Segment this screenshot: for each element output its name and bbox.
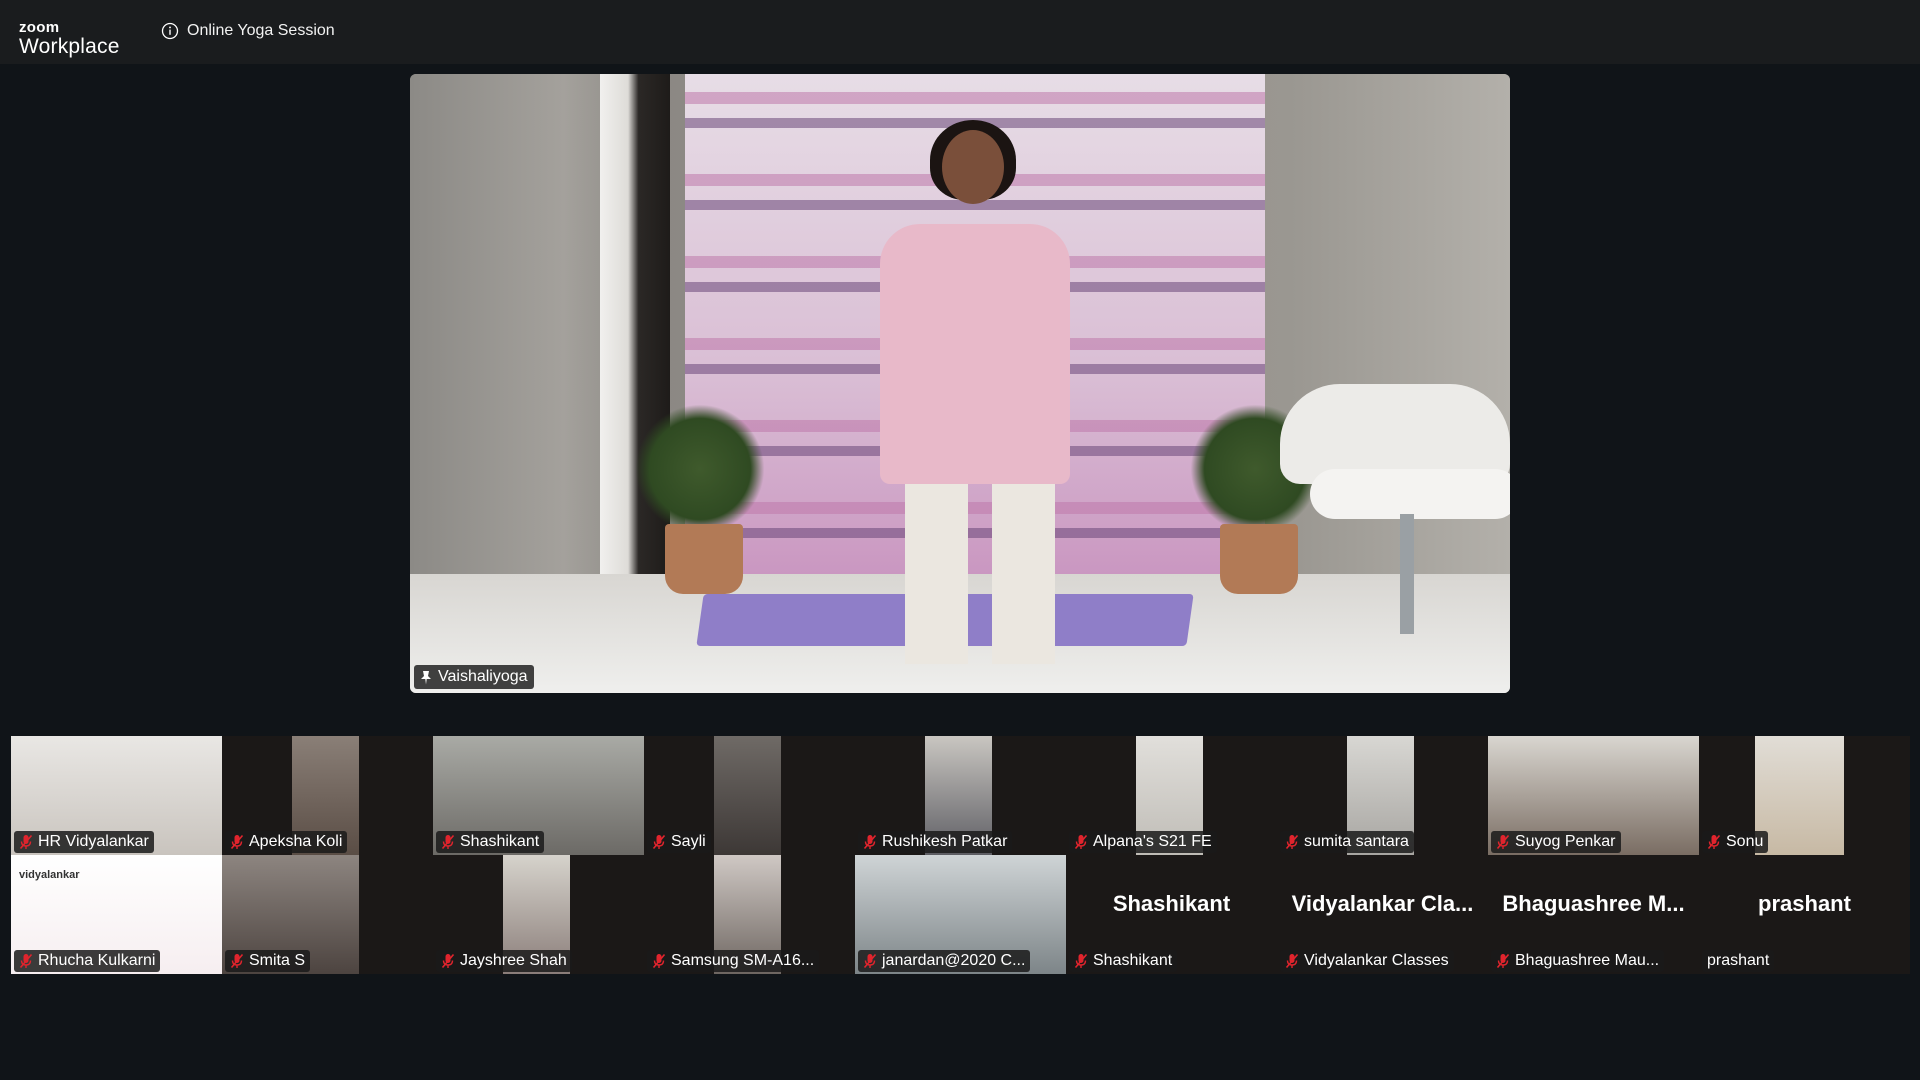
participant-tile[interactable]: Alpana's S21 FE [1066, 736, 1277, 855]
participant-name: Rhucha Kulkarni [38, 952, 156, 969]
pin-icon [421, 670, 431, 684]
participant-name: Bhaguashree Mau... [1515, 952, 1660, 969]
participant-name-tag: HR Vidyalankar [14, 831, 154, 853]
participant-name-tag: Smita S [225, 950, 311, 972]
mic-muted-icon [1285, 834, 1299, 850]
participant-tile[interactable]: Bhaguashree M... Bhaguashree Mau... [1488, 855, 1699, 974]
participant-tile[interactable]: Sonu [1699, 736, 1910, 855]
meeting-title: Online Yoga Session [187, 22, 335, 39]
participant-tile[interactable]: prashant prashant [1699, 855, 1910, 974]
mic-muted-icon [863, 834, 877, 850]
logo-workplace-text: Workplace [19, 35, 120, 58]
participant-name: Alpana's S21 FE [1093, 833, 1212, 850]
mic-muted-icon [441, 953, 455, 969]
mic-muted-icon [19, 834, 33, 850]
plant-left [635, 404, 765, 534]
participant-name: Shashikant [460, 833, 540, 850]
mic-muted-icon [230, 953, 244, 969]
participant-tile[interactable]: Shashikant [433, 736, 644, 855]
participant-name: Samsung SM-A16... [671, 952, 815, 969]
participant-tile[interactable]: Apeksha Koli [222, 736, 433, 855]
participant-name-tag: Rhucha Kulkarni [14, 950, 161, 972]
participant-name: prashant [1707, 952, 1770, 969]
participant-name: Vidyalankar Classes [1304, 952, 1449, 969]
zoom-workplace-logo: zoom Workplace [19, 20, 120, 57]
instructor-legs [905, 464, 1055, 664]
mic-muted-icon [1074, 953, 1088, 969]
info-circle-icon [161, 22, 179, 40]
top-bar: zoom Workplace Online Yoga Session [0, 0, 1920, 64]
main-speaker-name-tag: Vaishaliyoga [414, 665, 534, 689]
pot-left [665, 524, 743, 594]
instructor-head [942, 130, 1004, 204]
participant-name: Shashikant [1093, 952, 1173, 969]
mic-muted-icon [1707, 834, 1721, 850]
participant-name-tag: Sonu [1702, 831, 1769, 853]
main-speaker-video[interactable]: Vaishaliyoga [410, 74, 1510, 693]
participant-name-tag: Jayshree Shah [436, 950, 572, 972]
pot-right [1220, 524, 1298, 594]
participant-name: Sonu [1726, 833, 1764, 850]
participant-tile[interactable]: Shashikant Shashikant [1066, 855, 1277, 974]
mic-muted-icon [863, 953, 877, 969]
participant-name: Suyog Penkar [1515, 833, 1616, 850]
participant-name-tag: janardan@2020 C... [858, 950, 1031, 972]
participant-name-tag: Apeksha Koli [225, 831, 348, 853]
participant-name: Apeksha Koli [249, 833, 343, 850]
participant-tile[interactable]: Suyog Penkar [1488, 736, 1699, 855]
participant-display-name: Shashikant [1112, 891, 1231, 916]
participant-name-tag: Sayli [647, 831, 711, 853]
participant-name-tag: Alpana's S21 FE [1069, 831, 1217, 853]
participant-tile[interactable]: vidyalankar Rhucha Kulkarni [11, 855, 222, 974]
participant-display-name: prashant [1758, 891, 1851, 916]
participant-name: Jayshree Shah [460, 952, 567, 969]
participant-name-tag: Samsung SM-A16... [647, 950, 820, 972]
instructor-torso [880, 224, 1070, 484]
mic-muted-icon [652, 834, 666, 850]
mic-muted-icon [1074, 834, 1088, 850]
mic-muted-icon [652, 953, 666, 969]
participant-name-tag: Vidyalankar Classes [1280, 950, 1454, 972]
participant-tile[interactable]: sumita santara [1277, 736, 1488, 855]
participant-name: Smita S [249, 952, 306, 969]
participant-tile[interactable]: Jayshree Shah [433, 855, 644, 974]
mic-muted-icon [441, 834, 455, 850]
mic-muted-icon [1285, 953, 1299, 969]
participant-name-tag: Bhaguashree Mau... [1491, 950, 1665, 972]
participant-name: HR Vidyalankar [38, 833, 149, 850]
participant-name: Sayli [671, 833, 706, 850]
participant-name-tag: Rushikesh Patkar [858, 831, 1013, 853]
participant-grid: HR Vidyalankar Apeksha Koli Shashikant Sayl… [11, 736, 1910, 974]
mic-muted-icon [1496, 953, 1510, 969]
meeting-info-button[interactable]: Online Yoga Session [161, 22, 335, 40]
participant-display-name: Vidyalankar Cla... [1291, 891, 1474, 916]
participant-name-tag: Shashikant [1069, 950, 1178, 972]
participant-display-name: Bhaguashree M... [1502, 891, 1685, 916]
participant-name: sumita santara [1304, 833, 1409, 850]
participant-name-tag: Suyog Penkar [1491, 831, 1621, 853]
participant-tile[interactable]: Samsung SM-A16... [644, 855, 855, 974]
participant-video [1755, 736, 1844, 855]
logo-zoom-text: zoom [19, 19, 60, 36]
mic-muted-icon [19, 953, 33, 969]
participant-tile[interactable]: HR Vidyalankar [11, 736, 222, 855]
participant-tile[interactable]: Rushikesh Patkar [855, 736, 1066, 855]
participant-tile[interactable]: Vidyalankar Cla... Vidyalankar Classes [1277, 855, 1488, 974]
mic-muted-icon [230, 834, 244, 850]
participant-name-tag: sumita santara [1280, 831, 1414, 853]
participant-name-tag: prashant [1702, 950, 1775, 972]
participant-tile[interactable]: janardan@2020 C... [855, 855, 1066, 974]
participant-name: janardan@2020 C... [882, 952, 1026, 969]
mic-muted-icon [1496, 834, 1510, 850]
chair-pole [1400, 514, 1414, 634]
participant-video [714, 736, 781, 855]
participant-name-tag: Shashikant [436, 831, 545, 853]
main-speaker-name: Vaishaliyoga [438, 668, 528, 685]
participant-tile[interactable]: Smita S [222, 855, 433, 974]
participant-name: Rushikesh Patkar [882, 833, 1008, 850]
vidyalankar-logo: vidyalankar [19, 869, 80, 881]
participant-tile[interactable]: Sayli [644, 736, 855, 855]
chair-seat [1310, 469, 1510, 519]
